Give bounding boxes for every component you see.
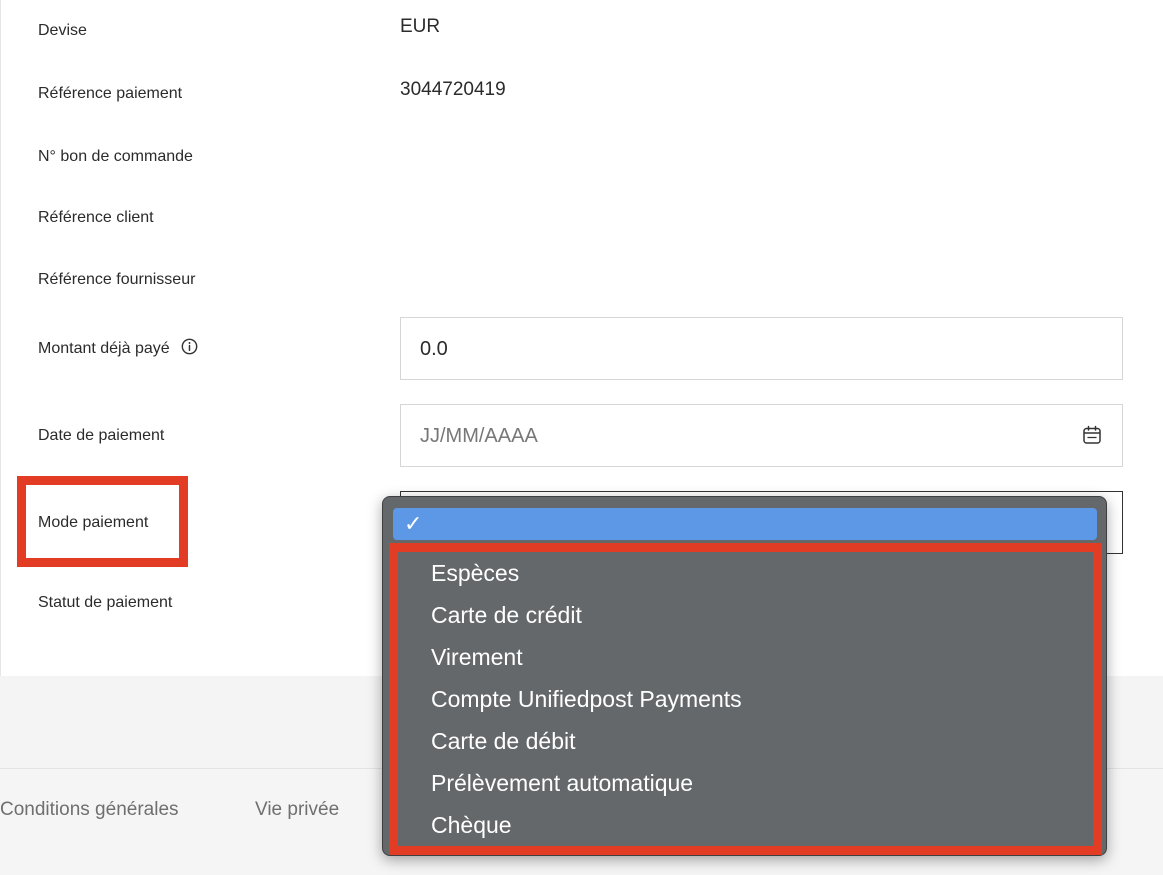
date-placeholder: JJ/MM/AAAA <box>420 425 538 447</box>
ref-fournisseur-label: Référence fournisseur <box>38 271 196 288</box>
montant-label-row: Montant déjà payé <box>38 338 198 359</box>
montant-value: 0.0 <box>420 338 448 360</box>
statut-label: Statut de paiement <box>38 594 173 611</box>
checkmark-icon: ✓ <box>404 511 423 536</box>
montant-label: Montant déjà payé <box>38 340 170 357</box>
ref-paiement-label: Référence paiement <box>38 85 183 102</box>
info-icon[interactable] <box>181 338 198 355</box>
footer-link-conditions[interactable]: Conditions générales <box>0 799 179 821</box>
mode-label-highlight <box>17 476 188 567</box>
date-label: Date de paiement <box>38 427 165 444</box>
ref-paiement-value: 3044720419 <box>400 79 506 100</box>
options-highlight <box>389 543 1102 855</box>
footer-link-privacy[interactable]: Vie privée <box>255 799 339 821</box>
dropdown-selected-option[interactable]: ✓ <box>393 508 1097 540</box>
calendar-icon[interactable] <box>1082 425 1102 445</box>
devise-label: Devise <box>38 22 87 39</box>
bon-commande-label: N° bon de commande <box>38 148 193 165</box>
ref-client-label: Référence client <box>38 209 154 226</box>
devise-value: EUR <box>400 16 441 37</box>
date-input[interactable]: JJ/MM/AAAA <box>400 404 1123 467</box>
montant-input[interactable]: 0.0 <box>400 317 1123 380</box>
